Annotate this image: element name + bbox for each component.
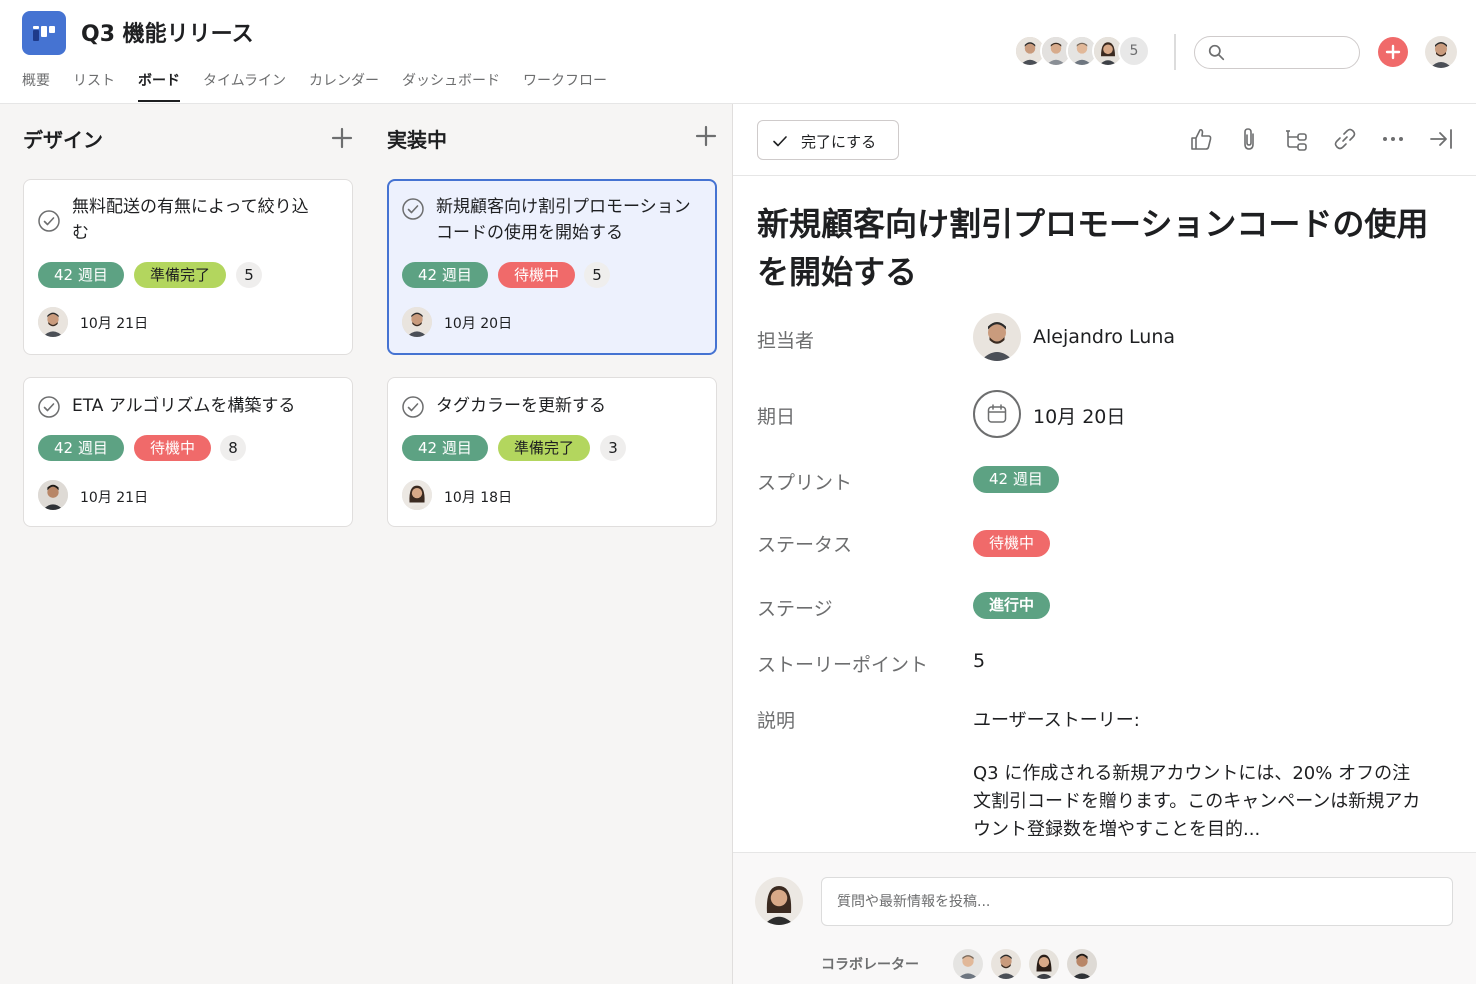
column-title: 実装中: [387, 128, 447, 152]
sprint-tag: 42 週目: [38, 435, 124, 461]
assignee-avatar[interactable]: [973, 313, 1021, 361]
task-card[interactable]: タグカラーを更新する 42 週目 準備完了 3 10月 18日: [387, 377, 717, 527]
task-card[interactable]: 無料配送の有無によって絞り込む 42 週目 準備完了 5 10月 21日: [23, 179, 353, 355]
project-header: Q3 機能リリース 概要 リスト ボード タイムライン カレンダー ダッシュボー…: [0, 0, 1476, 104]
project-members[interactable]: 5: [1014, 35, 1150, 69]
subtask-icon[interactable]: [1284, 126, 1310, 152]
sprint-tag[interactable]: 42 週目: [973, 466, 1059, 493]
task-title: 新規顧客向け割引プロモーションコードの使用を開始する: [436, 197, 691, 243]
status-tag: 待機中: [134, 435, 212, 461]
mark-complete-label: 完了にする: [801, 133, 877, 151]
collaborator-avatar[interactable]: [1029, 949, 1059, 979]
sprint-tag: 42 週目: [402, 435, 488, 461]
board: デザイン 無料配送の有無によって絞り込む 42 週目 準備完了 5 10月 21…: [0, 104, 732, 984]
complete-check-icon[interactable]: [402, 396, 424, 418]
description-body[interactable]: Q3 に作成される新規アカウントには、20% オフの注文割引コードを贈ります。こ…: [973, 760, 1423, 844]
collaborator-avatar[interactable]: [991, 949, 1021, 979]
status-tag: 準備完了: [134, 262, 227, 288]
task-card[interactable]: ETA アルゴリズムを構築する 42 週目 待機中 8 10月 21日: [23, 377, 353, 527]
tab-timeline[interactable]: タイムライン: [203, 70, 286, 104]
due-date-value[interactable]: 10月 20日: [1033, 402, 1125, 429]
tab-calendar[interactable]: カレンダー: [309, 70, 379, 104]
search-icon: [1208, 44, 1225, 61]
assignee-label: 担当者: [757, 330, 815, 352]
story-points-badge: 5: [584, 262, 610, 288]
column-title: デザイン: [23, 128, 103, 152]
status-tag[interactable]: 待機中: [973, 530, 1051, 557]
story-points-label: ストーリーポイント: [757, 654, 929, 676]
add-task-icon[interactable]: [331, 127, 353, 149]
more-icon[interactable]: [1380, 126, 1406, 152]
sprint-tag: 42 週目: [38, 262, 124, 288]
tab-overview[interactable]: 概要: [22, 70, 50, 104]
story-points-badge: 3: [600, 435, 626, 461]
search-input[interactable]: [1231, 42, 1349, 64]
story-points-badge: 8: [220, 435, 246, 461]
check-icon: [773, 136, 787, 147]
complete-check-icon[interactable]: [38, 210, 60, 232]
tab-workflow[interactable]: ワークフロー: [523, 70, 607, 104]
toolbar-divider: [733, 175, 1476, 176]
thumbs-up-icon[interactable]: [1188, 126, 1214, 152]
attachment-icon[interactable]: [1236, 126, 1262, 152]
task-detail-title[interactable]: 新規顧客向け割引プロモーションコードの使用を開始する: [757, 200, 1447, 296]
link-icon[interactable]: [1332, 126, 1358, 152]
project-tabs: 概要 リスト ボード タイムライン カレンダー ダッシュボード ワークフロー: [22, 70, 630, 104]
assignee-avatar[interactable]: [38, 480, 68, 510]
due-date: 10月 20日: [444, 316, 513, 332]
comment-section: コラボレーター: [733, 852, 1476, 984]
current-user-avatar: [755, 877, 803, 925]
comment-input[interactable]: [821, 877, 1453, 926]
collaborator-avatar[interactable]: [953, 949, 983, 979]
due-date: 10月 21日: [80, 316, 149, 332]
add-task-icon[interactable]: [695, 125, 717, 147]
task-title: 無料配送の有無によって絞り込む: [72, 197, 309, 243]
due-date-label: 期日: [757, 406, 796, 428]
complete-check-icon[interactable]: [402, 198, 424, 220]
calendar-icon[interactable]: [973, 390, 1021, 438]
collaborator-avatar[interactable]: [1067, 949, 1097, 979]
user-avatar[interactable]: [1425, 36, 1457, 68]
due-date: 10月 21日: [80, 490, 149, 506]
assignee-name[interactable]: Alejandro Luna: [1033, 326, 1175, 348]
header-divider: [1174, 34, 1176, 70]
story-points-value[interactable]: 5: [973, 650, 985, 672]
member-count-badge[interactable]: 5: [1118, 35, 1150, 67]
story-points-badge: 5: [236, 262, 262, 288]
stage-tag[interactable]: 進行中: [973, 592, 1051, 619]
due-date: 10月 18日: [444, 490, 513, 506]
description-heading[interactable]: ユーザーストーリー:: [973, 706, 1140, 732]
search-box[interactable]: [1194, 36, 1360, 69]
project-title: Q3 機能リリース: [81, 22, 254, 47]
status-tag: 待機中: [498, 262, 576, 288]
tab-board[interactable]: ボード: [138, 70, 180, 104]
close-panel-icon[interactable]: [1428, 126, 1454, 152]
add-button[interactable]: [1378, 37, 1408, 67]
assignee-avatar[interactable]: [38, 307, 68, 337]
board-icon[interactable]: [22, 11, 66, 55]
task-card-selected[interactable]: 新規顧客向け割引プロモーションコードの使用を開始する 42 週目 待機中 5 1…: [387, 179, 717, 355]
complete-check-icon[interactable]: [38, 396, 60, 418]
assignee-avatar[interactable]: [402, 307, 432, 337]
tab-dashboard[interactable]: ダッシュボード: [402, 70, 500, 104]
task-title: タグカラーを更新する: [436, 396, 606, 416]
collaborators-label: コラボレーター: [821, 957, 919, 973]
mark-complete-button[interactable]: 完了にする: [757, 120, 899, 160]
sprint-label: スプリント: [757, 472, 853, 494]
status-label: ステータス: [757, 534, 853, 556]
status-tag: 準備完了: [498, 435, 591, 461]
task-detail-panel: 完了にする 新規顧客向け割引プロモーションコードの使用を開始する 担当者 Ale…: [732, 104, 1476, 984]
tab-list[interactable]: リスト: [73, 70, 115, 104]
assignee-avatar[interactable]: [402, 480, 432, 510]
description-label: 説明: [757, 710, 796, 732]
add-icon: [1385, 44, 1401, 60]
sprint-tag: 42 週目: [402, 262, 488, 288]
task-title: ETA アルゴリズムを構築する: [72, 396, 296, 416]
stage-label: ステージ: [757, 598, 833, 620]
